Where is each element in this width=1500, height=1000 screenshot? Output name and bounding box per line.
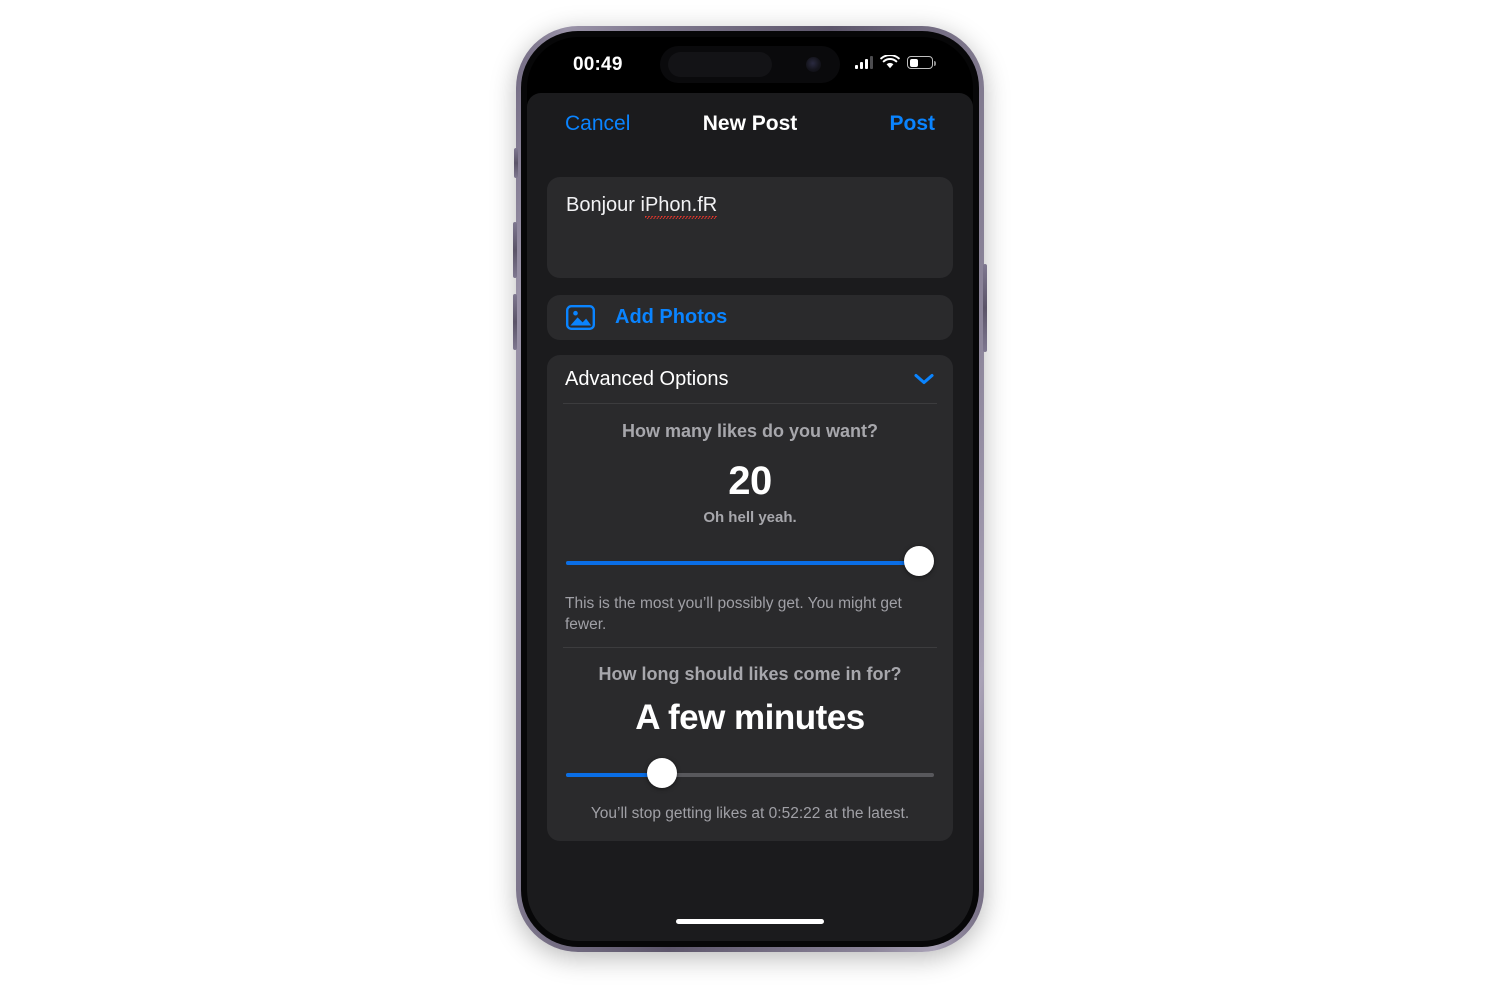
post-text-field[interactable]: Bonjour iPhon.fR: [547, 177, 953, 278]
cellular-bars-icon: [855, 56, 873, 69]
photo-icon: [566, 305, 595, 330]
duration-section: How long should likes come in for? A few…: [547, 648, 953, 835]
likes-note: This is the most you’ll possibly get. Yo…: [565, 594, 902, 633]
dynamic-island: [660, 46, 840, 83]
front-camera-icon: [806, 57, 821, 72]
phone-screen: 00:49 Cancel New Post Post Bonjour iPhon…: [527, 37, 973, 941]
screenshot-canvas: 00:49 Cancel New Post Post Bonjour iPhon…: [0, 0, 1500, 1000]
home-indicator[interactable]: [676, 919, 824, 924]
advanced-options-card: Advanced Options How many likes do you w…: [547, 355, 953, 841]
duration-value: A few minutes: [635, 698, 865, 738]
advanced-options-title: Advanced Options: [565, 367, 729, 390]
likes-caption: Oh hell yeah.: [703, 508, 797, 526]
sheet-content: Bonjour iPhon.fR Add Photos Advanced Opt…: [527, 155, 973, 941]
status-bar-clock: 00:49: [573, 54, 623, 75]
advanced-options-header[interactable]: Advanced Options: [547, 355, 953, 403]
cancel-button[interactable]: Cancel: [565, 112, 630, 136]
likes-value: 20: [728, 458, 772, 503]
duration-slider[interactable]: [566, 758, 934, 792]
battery-icon: [907, 56, 936, 69]
post-button[interactable]: Post: [889, 112, 935, 136]
silent-switch-button[interactable]: [514, 148, 518, 178]
likes-slider[interactable]: [566, 545, 935, 580]
volume-up-button[interactable]: [513, 222, 517, 278]
likes-question-label: How many likes do you want?: [621, 421, 879, 441]
misspelled-word: Phon.fR: [644, 194, 718, 219]
new-post-sheet: Cancel New Post Post Bonjour iPhon.fR Ad…: [527, 93, 973, 941]
volume-down-button[interactable]: [513, 294, 517, 350]
dynamic-island-pill: [668, 52, 772, 77]
duration-slider-thumb[interactable]: [646, 758, 677, 789]
likes-slider-thumb[interactable]: [904, 545, 935, 576]
status-bar: 00:49: [527, 37, 973, 93]
chevron-down-icon[interactable]: [914, 373, 934, 385]
likes-slider-fill: [566, 560, 920, 565]
add-photos-label: Add Photos: [615, 306, 728, 328]
wifi-icon: [880, 55, 900, 69]
likes-section: How many likes do you want? 20 Oh hell y…: [547, 404, 953, 647]
post-text-prefix: Bonjour i: [566, 194, 645, 216]
duration-question-label: How long should likes come in for?: [598, 664, 902, 685]
navigation-bar: Cancel New Post Post: [527, 93, 973, 155]
status-bar-indicators: [855, 55, 936, 70]
add-photos-button[interactable]: Add Photos: [547, 295, 953, 340]
post-text-value: Bonjour iPhon.fR: [566, 193, 718, 219]
iphone-device-frame: 00:49 Cancel New Post Post Bonjour iPhon…: [513, 26, 987, 952]
side-power-button[interactable]: [983, 264, 987, 352]
duration-note: You’ll stop getting likes at 0:52:22 at …: [590, 805, 910, 823]
